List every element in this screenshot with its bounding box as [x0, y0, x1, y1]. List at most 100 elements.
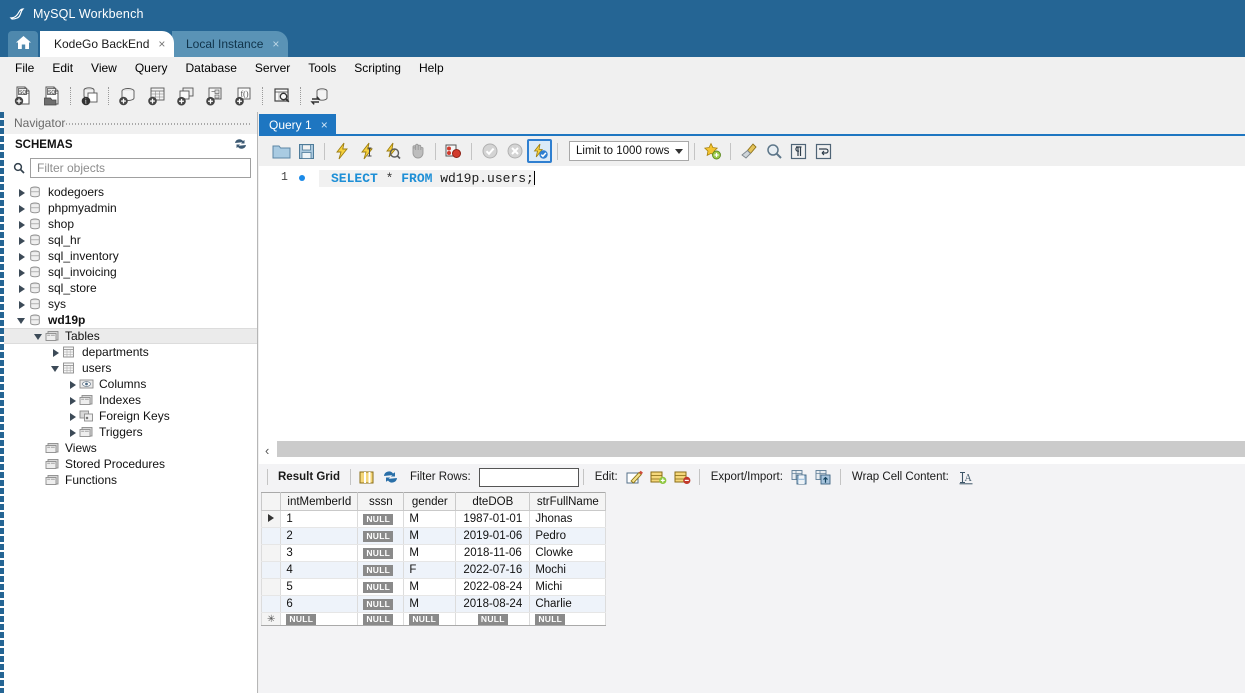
row-limit-select[interactable]: Limit to 1000 rows	[569, 141, 689, 161]
cell-gender[interactable]: M	[403, 595, 457, 613]
menu-item-file[interactable]: File	[6, 59, 43, 77]
find-icon[interactable]	[761, 139, 786, 163]
new-schema-icon[interactable]	[113, 83, 142, 109]
chevron-right-icon[interactable]	[16, 187, 27, 198]
close-icon[interactable]: ×	[272, 38, 279, 50]
tree-item-departments[interactable]: departments	[4, 344, 257, 360]
new-row-cell-sssn[interactable]: NULL	[357, 612, 405, 626]
chevron-down-icon[interactable]	[16, 315, 27, 326]
cell-dteDOB[interactable]: 1987-01-01	[455, 510, 531, 528]
new-row-cell-gender[interactable]: NULL	[403, 612, 457, 626]
column-header-intMemberId[interactable]: intMemberId	[280, 492, 359, 511]
cell-strFullName[interactable]: Charlie	[529, 595, 607, 613]
close-icon[interactable]: ×	[321, 118, 328, 132]
cell-sssn[interactable]: NULL	[357, 544, 405, 562]
reconnect-server-icon[interactable]	[305, 83, 334, 109]
connection-tab-local-instance[interactable]: Local Instance ×	[172, 31, 289, 57]
column-header-dteDOB[interactable]: dteDOB	[455, 492, 531, 511]
explain-statement-icon[interactable]	[380, 139, 405, 163]
save-file-icon[interactable]	[294, 139, 319, 163]
table-row[interactable]: 6 NULL M 2018-08-24 Charlie	[260, 595, 607, 613]
chevron-right-icon[interactable]	[16, 299, 27, 310]
tree-item-phpmyadmin[interactable]: phpmyadmin	[4, 200, 257, 216]
row-selector[interactable]	[260, 595, 282, 613]
tree-item-users[interactable]: users	[4, 360, 257, 376]
new-table-icon[interactable]	[142, 83, 171, 109]
chevron-right-icon[interactable]	[67, 379, 78, 390]
menu-item-help[interactable]: Help	[410, 59, 453, 77]
tree-item-triggers[interactable]: Triggers	[4, 424, 257, 440]
query-tab-query-1[interactable]: Query 1 ×	[259, 114, 336, 136]
home-tab[interactable]	[8, 31, 38, 57]
cell-intMemberId[interactable]: 2	[280, 527, 359, 545]
row-selector[interactable]	[260, 527, 282, 545]
chevron-right-icon[interactable]	[16, 219, 27, 230]
filter-objects-box[interactable]	[13, 158, 251, 178]
inspector-icon[interactable]	[267, 83, 296, 109]
new-sql-tab-icon[interactable]: SQL	[8, 83, 37, 109]
chevron-right-icon[interactable]	[67, 411, 78, 422]
menu-item-tools[interactable]: Tools	[299, 59, 345, 77]
row-selector[interactable]	[260, 561, 282, 579]
toggle-invisible-chars-icon[interactable]	[786, 139, 811, 163]
table-row[interactable]: 4 NULL F 2022-07-16 Mochi	[260, 561, 607, 579]
tree-item-shop[interactable]: shop	[4, 216, 257, 232]
cell-dteDOB[interactable]: 2018-08-24	[455, 595, 531, 613]
tree-item-foreign-keys[interactable]: Foreign Keys	[4, 408, 257, 424]
new-row[interactable]: ✳ NULL NULL NULL NULL NULL	[260, 612, 607, 626]
table-row[interactable]: 1 NULL M 1987-01-01 Jhonas	[260, 510, 607, 528]
table-row[interactable]: 2 NULL M 2019-01-06 Pedro	[260, 527, 607, 545]
cell-intMemberId[interactable]: 4	[280, 561, 359, 579]
cell-gender[interactable]: F	[403, 561, 457, 579]
beautify-query-icon[interactable]	[700, 139, 725, 163]
tree-item-views[interactable]: Views	[4, 440, 257, 456]
menu-item-query[interactable]: Query	[126, 59, 177, 77]
scroll-left-icon[interactable]: ‹	[265, 443, 269, 458]
tree-item-sql-hr[interactable]: sql_hr	[4, 232, 257, 248]
row-selector[interactable]	[260, 510, 282, 528]
tree-item-stored-procedures[interactable]: Stored Procedures	[4, 456, 257, 472]
cell-sssn[interactable]: NULL	[357, 561, 405, 579]
wrap-cell-icon[interactable]: A	[954, 466, 978, 488]
wrap-lines-icon[interactable]	[811, 139, 836, 163]
delete-row-icon[interactable]	[671, 466, 695, 488]
chevron-right-icon[interactable]	[16, 203, 27, 214]
tree-item-indexes[interactable]: Indexes	[4, 392, 257, 408]
menu-item-scripting[interactable]: Scripting	[345, 59, 410, 77]
menu-item-database[interactable]: Database	[177, 59, 246, 77]
search-input[interactable]	[37, 161, 250, 175]
chevron-down-icon[interactable]	[675, 148, 683, 154]
refresh-icon[interactable]	[379, 466, 403, 488]
cell-strFullName[interactable]: Clowke	[529, 544, 607, 562]
cell-gender[interactable]: M	[403, 527, 457, 545]
close-icon[interactable]: ×	[158, 38, 165, 50]
export-recordset-icon[interactable]	[788, 466, 812, 488]
connection-tab-kodego-backend[interactable]: KodeGo BackEnd ×	[40, 31, 175, 57]
chevron-right-icon[interactable]	[67, 395, 78, 406]
sql-statement-line[interactable]: SELECT * FROM wd19p.users;	[319, 170, 535, 187]
cell-sssn[interactable]: NULL	[357, 595, 405, 613]
cell-strFullName[interactable]: Michi	[529, 578, 607, 596]
new-row-cell-intMemberId[interactable]: NULL	[280, 612, 359, 626]
cell-strFullName[interactable]: Jhonas	[529, 510, 607, 528]
execute-statement-icon[interactable]	[330, 139, 355, 163]
column-header-sssn[interactable]: sssn	[357, 492, 405, 511]
cell-dteDOB[interactable]: 2019-01-06	[455, 527, 531, 545]
row-selector[interactable]	[260, 578, 282, 596]
chevron-right-icon[interactable]	[16, 267, 27, 278]
cell-gender[interactable]: M	[403, 510, 457, 528]
menu-item-edit[interactable]: Edit	[43, 59, 82, 77]
cell-strFullName[interactable]: Pedro	[529, 527, 607, 545]
column-header-gender[interactable]: gender	[403, 492, 457, 511]
tree-item-functions[interactable]: Functions	[4, 472, 257, 488]
tree-item-sql-inventory[interactable]: sql_inventory	[4, 248, 257, 264]
refresh-icon[interactable]	[234, 138, 247, 153]
new-row-icon[interactable]: ✳	[260, 612, 282, 626]
table-row[interactable]: 3 NULL M 2018-11-06 Clowke	[260, 544, 607, 562]
cell-intMemberId[interactable]: 1	[280, 510, 359, 528]
toggle-stop-on-error-icon[interactable]	[441, 139, 466, 163]
open-sql-script-icon[interactable]: SQL	[37, 83, 66, 109]
cell-sssn[interactable]: NULL	[357, 510, 405, 528]
tree-item-kodegoers[interactable]: kodegoers	[4, 184, 257, 200]
edit-pencil-icon[interactable]	[623, 466, 647, 488]
